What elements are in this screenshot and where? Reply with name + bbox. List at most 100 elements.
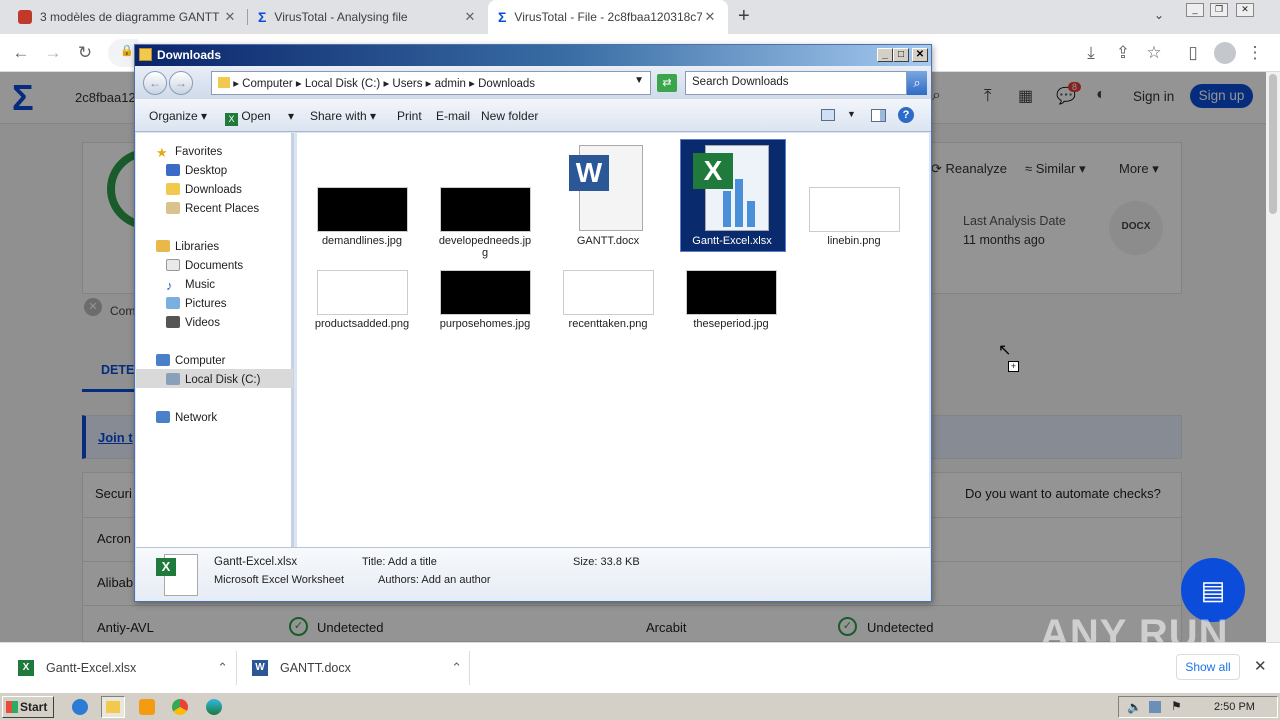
new-tab-button[interactable]: + (738, 5, 750, 28)
reload-icon[interactable]: ↻ (74, 42, 96, 64)
minimize-window-button[interactable]: _ (1186, 3, 1204, 17)
breadcrumb[interactable]: ▸ Computer ▸ Local Disk (C:) ▸ Users ▸ a… (211, 71, 651, 95)
back-arrow-icon[interactable]: ← (10, 42, 32, 64)
close-tab-icon[interactable]: ✕ (702, 9, 718, 25)
open-menu[interactable]: X Open ▾ (225, 109, 294, 126)
nav-videos[interactable]: Videos (166, 316, 220, 329)
forward-button[interactable]: → (169, 71, 193, 95)
tab-title: 3 modèles de diagramme GANTT vier (40, 10, 222, 24)
file-item-selected[interactable]: X Gantt-Excel.xlsx (677, 145, 787, 247)
nav-recent-places[interactable]: Recent Places (166, 202, 259, 215)
edge-icon[interactable] (206, 699, 222, 715)
breadcrumb-item[interactable]: Computer (242, 78, 293, 90)
tab-search-chevron-icon[interactable]: ⌄ (1154, 8, 1164, 22)
file-item[interactable]: productsadded.png (307, 270, 417, 330)
forward-arrow-icon[interactable]: → (42, 42, 64, 64)
file-item[interactable]: W GANTT.docx (553, 145, 663, 247)
clock[interactable]: 2:50 PM (1214, 701, 1255, 713)
nav-documents[interactable]: Documents (166, 259, 243, 272)
tab-virustotal-analysing[interactable]: Σ VirusTotal - Analysing file ✕ (248, 0, 488, 34)
star-icon: ★ (156, 145, 168, 160)
refresh-icon[interactable]: ⇄ (657, 74, 677, 92)
new-folder-button[interactable]: New folder (481, 109, 538, 123)
media-player-icon[interactable] (139, 699, 155, 715)
change-view-icon[interactable] (821, 109, 835, 121)
install-icon[interactable]: ⤓ (1080, 42, 1102, 64)
file-item[interactable]: theseperiod.jpg (676, 270, 786, 330)
file-item[interactable]: purposehomes.jpg (430, 270, 540, 330)
bookmark-star-icon[interactable]: ☆ (1143, 42, 1165, 64)
nav-music[interactable]: ♪ Music (166, 278, 215, 293)
start-button[interactable]: Start (2, 696, 54, 718)
profile-avatar-icon[interactable] (1214, 42, 1236, 64)
chevron-up-icon[interactable]: ⌃ (451, 660, 462, 676)
breadcrumb-item[interactable]: Users (392, 78, 422, 90)
file-name: linebin.png (827, 235, 881, 247)
nav-desktop[interactable]: Desktop (166, 164, 227, 177)
email-button[interactable]: E-mail (436, 109, 470, 123)
tab-title: VirusTotal - File - 2c8fbaa120318c7a (514, 10, 702, 24)
page-scrollbar[interactable] (1266, 72, 1280, 642)
flag-icon[interactable]: ⚑ (1171, 699, 1182, 713)
preview-pane-icon[interactable] (871, 109, 886, 122)
share-with-menu[interactable]: Share with ▾ (310, 109, 376, 123)
close-downloads-bar-icon[interactable]: ✕ (1254, 657, 1267, 675)
menu-kebab-icon[interactable]: ⋮ (1244, 42, 1266, 64)
breadcrumb-item[interactable]: Local Disk (C:) (305, 78, 380, 90)
desktop-icon (166, 164, 180, 176)
nav-favorites[interactable]: ★ Favorites (156, 145, 222, 160)
organize-menu[interactable]: Organize ▾ (149, 109, 207, 123)
nav-local-disk[interactable]: Local Disk (C:) (166, 373, 260, 386)
back-button[interactable]: ← (143, 71, 167, 95)
drive-icon (166, 373, 180, 385)
address-row: ← → ▸ Computer ▸ Local Disk (C:) ▸ Users… (135, 66, 931, 99)
word-document-icon: W (569, 145, 647, 232)
nav-pictures[interactable]: Pictures (166, 297, 227, 310)
file-item[interactable]: developedneeds.jpg (430, 187, 540, 259)
print-button[interactable]: Print (397, 109, 422, 123)
explorer-titlebar[interactable]: Downloads _ □ ✕ (135, 45, 931, 66)
download-item[interactable]: X Gantt-Excel.xlsx ⌃ (18, 643, 228, 693)
file-name: GANTT.docx (576, 235, 640, 247)
minimize-button[interactable]: _ (877, 48, 893, 62)
nav-libraries[interactable]: Libraries (156, 240, 219, 253)
view-options-chevron-icon[interactable]: ▼ (847, 109, 856, 119)
help-icon[interactable]: ? (898, 107, 914, 123)
explorer-taskbar-icon[interactable] (101, 696, 125, 718)
nav-downloads[interactable]: Downloads (166, 183, 242, 196)
history-dropdown-icon[interactable]: ▼ (634, 75, 644, 86)
close-button[interactable]: ✕ (912, 48, 928, 62)
tab-virustotal-file[interactable]: Σ VirusTotal - File - 2c8fbaa120318c7a ✕ (488, 0, 728, 34)
browser-tab-strip: 3 modèles de diagramme GANTT vier ✕ Σ Vi… (0, 0, 1280, 34)
breadcrumb-item[interactable]: admin (435, 78, 466, 90)
side-panel-icon[interactable]: ▯ (1182, 42, 1204, 64)
restore-window-button[interactable]: ❐ (1210, 3, 1228, 17)
authors-label: Authors: (378, 574, 419, 586)
file-item[interactable]: recenttaken.png (553, 270, 663, 330)
ie-icon[interactable] (72, 699, 88, 715)
title-value[interactable]: Add a title (388, 556, 437, 568)
chrome-icon[interactable] (172, 699, 188, 715)
file-item[interactable]: demandlines.jpg (307, 187, 417, 247)
volume-icon[interactable]: 🔈 (1127, 700, 1142, 714)
tab-gantt-models[interactable]: 3 modèles de diagramme GANTT vier ✕ (8, 0, 248, 34)
search-downloads-input[interactable]: Search Downloads (685, 71, 907, 95)
network-tray-icon[interactable] (1149, 701, 1161, 713)
share-icon[interactable]: ⇪ (1112, 42, 1134, 64)
show-all-button[interactable]: Show all (1176, 654, 1240, 680)
nav-network[interactable]: Network (156, 411, 217, 424)
authors-value[interactable]: Add an author (421, 574, 490, 586)
close-tab-icon[interactable]: ✕ (462, 9, 478, 25)
breadcrumb-item[interactable]: Downloads (478, 78, 535, 90)
explorer-window: Downloads _ □ ✕ ← → ▸ Computer ▸ Local D… (134, 44, 932, 602)
chevron-up-icon[interactable]: ⌃ (217, 660, 228, 676)
details-pane: X Gantt-Excel.xlsx Microsoft Excel Works… (136, 547, 930, 601)
maximize-button[interactable]: □ (893, 48, 909, 62)
nav-computer[interactable]: Computer (156, 354, 226, 367)
search-icon[interactable]: ⌕ (907, 71, 927, 95)
excel-file-icon: X (156, 554, 200, 596)
close-tab-icon[interactable]: ✕ (222, 9, 238, 25)
file-item[interactable]: linebin.png (799, 187, 909, 247)
download-item[interactable]: W GANTT.docx ⌃ (252, 643, 462, 693)
close-window-button[interactable]: ✕ (1236, 3, 1254, 17)
